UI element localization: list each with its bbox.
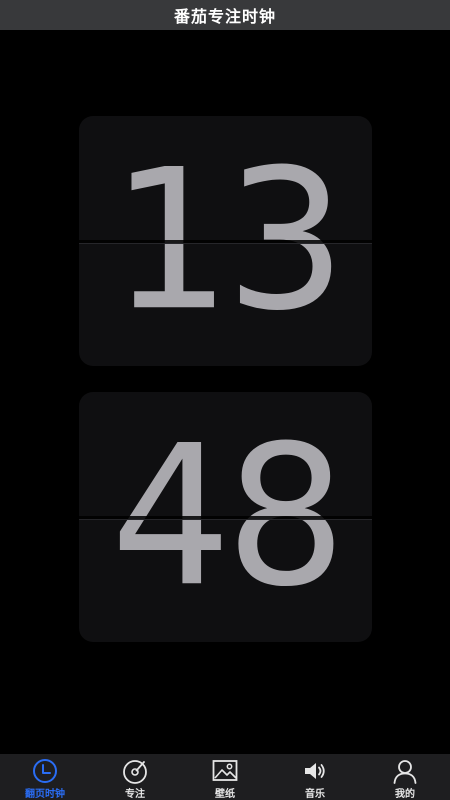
tab-focus[interactable]: 专注 bbox=[90, 758, 180, 800]
tab-mine-label: 我的 bbox=[395, 789, 415, 800]
hours-flip-card: 13 bbox=[79, 116, 372, 366]
tab-wallpaper[interactable]: 壁纸 bbox=[180, 758, 270, 800]
tab-flip-clock-label: 翻页时钟 bbox=[25, 789, 65, 800]
bottom-tab-bar: 翻页时钟 专注 壁纸 音乐 我的 bbox=[0, 754, 450, 800]
hours-card-seam-highlight bbox=[79, 243, 372, 244]
title-bar: 番茄专注时钟 bbox=[0, 0, 450, 30]
tab-music[interactable]: 音乐 bbox=[270, 758, 360, 800]
minutes-card-seam-highlight bbox=[79, 519, 372, 520]
clock-icon bbox=[33, 759, 57, 783]
tab-wallpaper-label: 壁纸 bbox=[215, 789, 235, 800]
user-icon bbox=[393, 760, 417, 784]
app-root: 番茄专注时钟 13 48 翻页时钟 专注 壁纸 音乐 我的 bbox=[0, 0, 450, 800]
tab-mine[interactable]: 我的 bbox=[360, 758, 450, 800]
tab-flip-clock[interactable]: 翻页时钟 bbox=[0, 758, 90, 800]
minutes-flip-card: 48 bbox=[79, 392, 372, 642]
speaker-icon bbox=[305, 763, 325, 779]
page-title: 番茄专注时钟 bbox=[173, 7, 276, 26]
tab-focus-label: 专注 bbox=[125, 789, 145, 800]
tab-music-label: 音乐 bbox=[305, 789, 325, 800]
image-icon bbox=[212, 760, 238, 781]
focus-disc-icon bbox=[123, 760, 147, 784]
